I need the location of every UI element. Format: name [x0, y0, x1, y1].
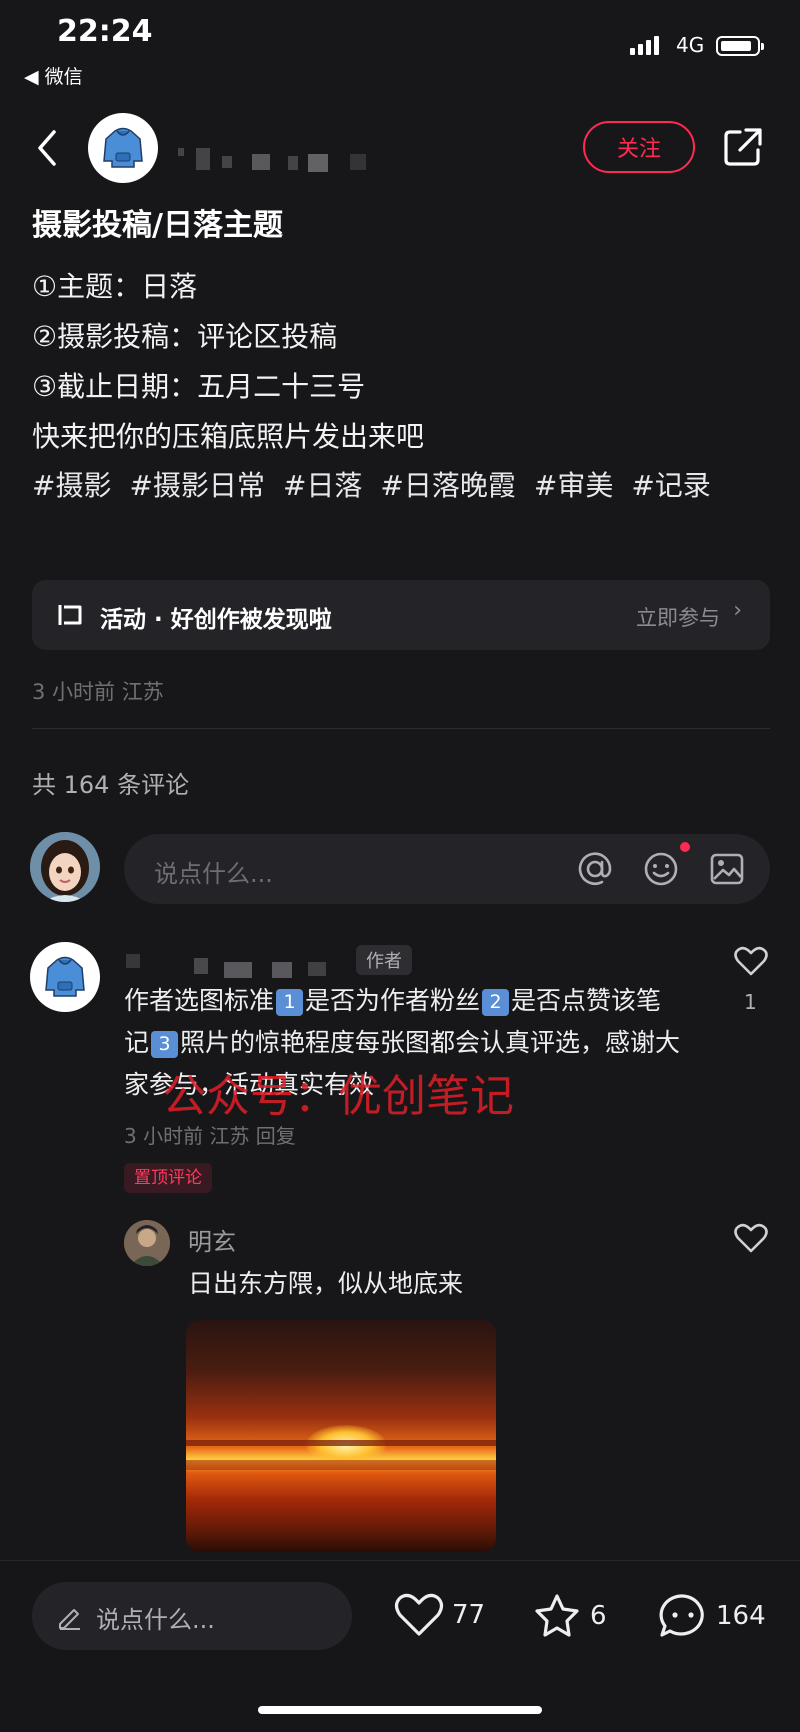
post-line: 快来把你的压箱底照片发出来吧	[32, 420, 425, 453]
comment-total: 164	[716, 1601, 766, 1631]
post-title: 摄影投稿/日落主题	[32, 208, 283, 243]
divider	[32, 728, 770, 729]
bottom-input-placeholder: 说点什么...	[96, 1606, 215, 1634]
hashtag[interactable]: #审美	[534, 469, 613, 502]
cloud-band	[186, 1440, 496, 1446]
home-indicator	[258, 1706, 542, 1714]
like-heart-icon[interactable]	[734, 1222, 768, 1254]
author-avatar[interactable]	[88, 113, 158, 183]
post-line: ①主题：日落	[32, 270, 198, 303]
masked-username	[194, 958, 208, 974]
sunset-photo[interactable]	[186, 1320, 496, 1552]
masked-username	[308, 962, 326, 976]
avatar-photo	[124, 1220, 170, 1266]
masked-username	[350, 154, 366, 170]
cloud-band	[186, 1460, 496, 1470]
pencil-icon	[59, 1609, 80, 1630]
star-icon	[535, 1594, 579, 1637]
my-avatar	[30, 832, 100, 902]
reply-text: 日出东方隈，似从地底来	[188, 1269, 464, 1298]
reply-avatar[interactable]	[124, 1220, 170, 1266]
activity-banner[interactable]: 活动 · 好创作被发现啦 立即参与 ›	[32, 580, 770, 650]
post-meta: 3 小时前 江苏	[32, 680, 164, 704]
hashtag[interactable]: #记录	[631, 469, 710, 502]
hashtag[interactable]: #摄影日常	[129, 469, 264, 502]
comment-text: 作者选图标准	[124, 986, 275, 1015]
image-icon[interactable]	[708, 850, 746, 888]
masked-username	[126, 954, 140, 968]
comment-icon	[659, 1594, 704, 1637]
like-button[interactable]: 77	[394, 1592, 485, 1638]
post-body: ①主题：日落 ②摄影投稿：评论区投稿 ③截止日期：五月二十三号 快来把你的压箱底…	[32, 262, 424, 462]
battery-icon	[716, 36, 764, 56]
number-badge: 3	[151, 1030, 179, 1058]
back-to-app-link[interactable]: ◀ 微信	[24, 62, 83, 89]
signal-icon	[630, 36, 662, 55]
emoji-icon[interactable]	[642, 850, 680, 888]
comment-text: 是否为作者粉丝	[305, 986, 481, 1015]
notification-dot	[680, 842, 690, 852]
masked-username	[224, 962, 252, 978]
number-badge: 2	[482, 988, 510, 1016]
collect-button[interactable]: 6	[532, 1592, 607, 1640]
share-icon	[724, 128, 762, 166]
comment-count: 共 164 条评论	[32, 771, 190, 799]
comment-like-count: 1	[744, 990, 757, 1014]
comment-input[interactable]: 说点什么...	[124, 834, 770, 904]
back-button[interactable]	[32, 128, 68, 168]
author-badge: 作者	[356, 945, 412, 975]
status-time: 22:24	[57, 14, 153, 49]
reply-author-name[interactable]: 明玄	[188, 1222, 236, 1257]
hashtag[interactable]: #日落晚霞	[380, 469, 515, 502]
hashtag-list: #摄影 #摄影日常 #日落 #日落晚霞 #审美 #记录	[32, 460, 772, 512]
bottom-comment-input[interactable]: 说点什么...	[32, 1582, 352, 1650]
hoodie-avatar-icon	[103, 127, 143, 168]
like-count: 77	[452, 1600, 486, 1630]
masked-username	[222, 156, 232, 168]
masked-username	[178, 148, 184, 156]
hashtag[interactable]: #日落	[283, 469, 362, 502]
post-line: ③截止日期：五月二十三号	[32, 370, 366, 403]
activity-icon	[58, 605, 82, 625]
comment-author-avatar[interactable]	[30, 942, 100, 1012]
chevron-right-icon: ›	[733, 598, 742, 623]
heart-icon	[394, 1593, 444, 1636]
post-line: ②摄影投稿：评论区投稿	[32, 320, 338, 353]
masked-username	[196, 148, 210, 170]
back-icon	[38, 130, 56, 166]
network-label: 4G	[676, 33, 705, 57]
masked-username	[252, 154, 270, 170]
comment-button[interactable]: 164	[658, 1592, 766, 1640]
hashtag[interactable]: #摄影	[32, 469, 111, 502]
pinned-badge: 置顶评论	[124, 1163, 212, 1193]
activity-cta[interactable]: 立即参与	[636, 602, 720, 632]
comment-input-placeholder: 说点什么...	[154, 860, 273, 888]
share-button[interactable]	[722, 126, 764, 168]
follow-button[interactable]: 关注	[583, 121, 695, 173]
collect-count: 6	[590, 1601, 607, 1631]
number-badge: 1	[276, 988, 304, 1016]
hoodie-avatar-icon	[45, 956, 85, 997]
activity-label: 活动 · 好创作被发现啦	[100, 607, 332, 633]
masked-username	[288, 156, 298, 170]
avatar-illustration	[30, 832, 100, 902]
masked-username	[272, 962, 292, 978]
at-icon[interactable]	[576, 850, 614, 888]
like-heart-icon[interactable]	[734, 945, 768, 977]
masked-username	[308, 154, 328, 172]
watermark: 公众号：优创笔记	[162, 1071, 514, 1122]
comment-meta[interactable]: 3 小时前 江苏 回复	[124, 1120, 296, 1149]
